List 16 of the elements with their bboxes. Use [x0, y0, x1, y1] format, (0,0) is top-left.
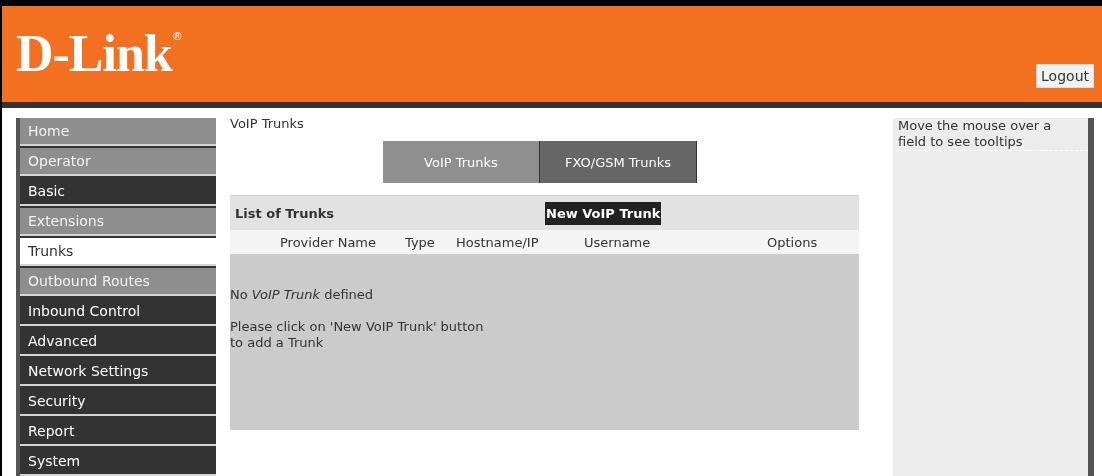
page-title: VoIP Trunks	[230, 116, 305, 131]
tab[interactable]: FXO/GSM Trunks	[540, 141, 697, 183]
column-header: Type	[405, 234, 436, 250]
logout-button[interactable]: Logout	[1036, 63, 1094, 88]
sidebar-item[interactable]: Trunks	[20, 238, 216, 266]
column-header: Hostname/IP	[456, 234, 540, 250]
panel-title: List of Trunks	[235, 205, 336, 221]
column-header: Username	[584, 234, 652, 250]
new-trunk-button[interactable]: New VoIP Trunk	[545, 201, 662, 225]
column-header: Options	[767, 234, 819, 250]
hint-text: Please click on 'New VoIP Trunk' button to add a Trunk	[230, 319, 485, 351]
column-header: Provider Name	[280, 234, 377, 250]
empty-message: No VoIP Trunk defined	[230, 287, 375, 303]
help-text: Move the mouse over a field to see tooltips	[898, 118, 1088, 151]
registered-mark: ®	[171, 29, 183, 43]
logo: D-Link	[16, 27, 172, 80]
